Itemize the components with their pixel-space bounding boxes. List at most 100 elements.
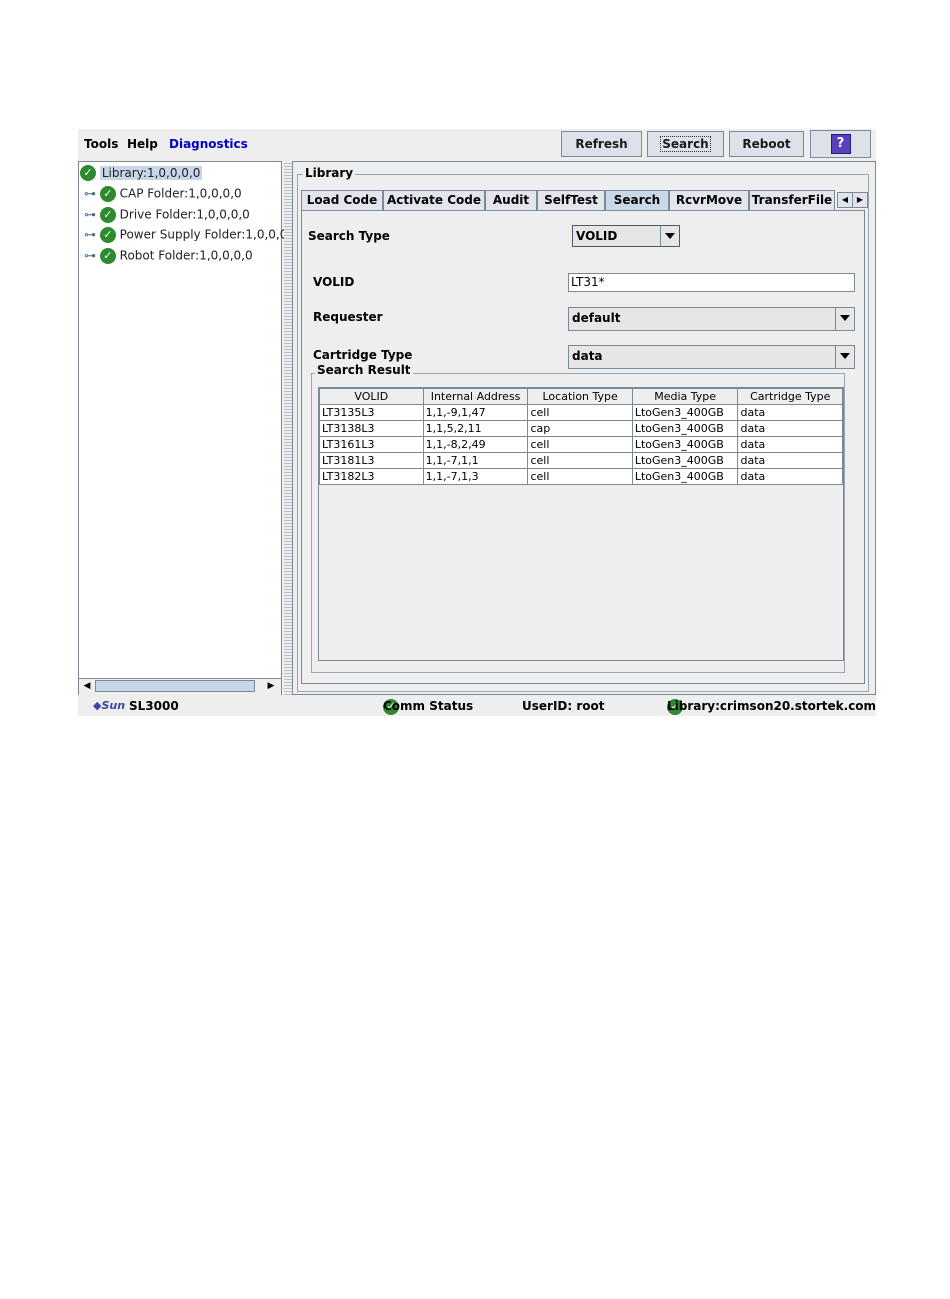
result-table: VOLID Internal Address Location Type Med… [319,388,843,485]
tree-connector-icon[interactable]: ⊶ [84,208,96,222]
tab-audit[interactable]: Audit [485,190,537,210]
search-type-select[interactable]: VOLID [572,225,680,247]
cell-location-type: cell [527,452,633,469]
tab-load-code[interactable]: Load Code [301,190,383,210]
comm-status-label: Comm Status [383,699,474,713]
cell-media-type: LtoGen3_400GB [631,420,739,437]
cell-media-type: LtoGen3_400GB [631,436,739,453]
volid-input[interactable]: LT31* [568,273,855,292]
cell-cartridge-type: data [737,436,843,453]
tab-search[interactable]: Search [605,190,669,210]
column-header-location-type[interactable]: Location Type [527,388,633,405]
panel-title: Library [303,166,356,180]
cell-cartridge-type: data [737,468,843,485]
tree-root-label: Library:1,0,0,0,0 [99,165,203,180]
table-row[interactable]: LT3161L3 1,1,-8,2,49 cell LtoGen3_400GB … [319,436,843,453]
check-circle-icon: ✓ [80,165,96,181]
help-icon: ? [830,134,851,154]
search-button-label: Search [660,136,711,152]
tree-connector-icon[interactable]: ⊶ [84,228,96,242]
cell-internal-address: 1,1,-9,1,47 [422,404,529,421]
cell-location-type: cell [527,468,633,485]
cell-internal-address: 1,1,-8,2,49 [422,436,529,453]
status-bar: ◆ Sun SL3000 ✓ Comm Status UserID: root ✓… [78,699,876,716]
cell-location-type: cell [527,436,633,453]
tree-item-label: CAP Folder:1,0,0,0,0 [119,186,242,201]
tree-connector-icon[interactable]: ⊶ [84,249,96,263]
cartridge-type-value: data [572,349,603,363]
library-status-label: Library:crimson20.stortek.com [667,699,877,713]
cell-cartridge-type: data [737,452,843,469]
cell-volid: LT3138L3 [319,420,424,437]
search-button[interactable]: Search [647,131,724,157]
scroll-left-icon[interactable]: ◀ [81,680,93,692]
cell-cartridge-type: data [737,404,843,421]
tree-item-label: Drive Folder:1,0,0,0,0 [119,207,250,222]
tab-transferfile[interactable]: TransferFile [749,190,835,210]
table-row[interactable]: LT3135L3 1,1,-9,1,47 cell LtoGen3_400GB … [319,404,843,421]
cell-volid: LT3182L3 [319,468,424,485]
tree-item-cap[interactable]: ⊶ ✓ CAP Folder:1,0,0,0,0 [84,186,242,202]
volid-label: VOLID [313,275,355,289]
sun-logo: ◆ Sun [93,699,126,712]
menu-bar: Tools Help Diagnostics [78,129,248,159]
check-circle-icon: ✓ [99,248,116,264]
tab-scroll-arrows: ◀ ▶ [837,192,868,208]
chevron-down-icon[interactable] [835,346,854,368]
reboot-button[interactable]: Reboot [729,131,804,157]
tab-rcvrmove[interactable]: RcvrMove [669,190,749,210]
search-tab-content: Search Type VOLID VOLID LT31* Requester … [301,210,865,684]
cell-media-type: LtoGen3_400GB [631,468,739,485]
tree-horizontal-scrollbar[interactable]: ◀ ▶ [79,678,281,695]
requester-label: Requester [313,310,383,324]
tree-item-power[interactable]: ⊶ ✓ Power Supply Folder:1,0,0,0, [84,227,291,243]
column-header-media-type[interactable]: Media Type [631,388,739,405]
check-circle-icon: ✓ [99,207,116,223]
cell-volid: LT3161L3 [319,436,424,453]
search-type-value: VOLID [576,229,618,243]
cartridge-type-label: Cartridge Type [313,348,413,362]
scroll-thumb[interactable] [95,680,255,692]
library-tree: ✓ Library:1,0,0,0,0 ⊶ ✓ CAP Folder:1,0,0… [78,161,291,695]
chevron-down-icon[interactable] [660,226,679,246]
search-result-title: Search Result [315,363,413,377]
menu-help[interactable]: Help [127,137,158,151]
scroll-right-icon[interactable]: ▶ [265,680,277,692]
refresh-button[interactable]: Refresh [561,131,642,157]
cell-volid: LT3135L3 [319,404,424,421]
product-name: SL3000 [129,699,179,713]
tree-item-robot[interactable]: ⊶ ✓ Robot Folder:1,0,0,0,0 [84,248,253,264]
requester-value: default [572,311,621,325]
table-row[interactable]: LT3182L3 1,1,-7,1,3 cell LtoGen3_400GB d… [319,468,843,485]
cell-cartridge-type: data [737,420,843,437]
search-type-label: Search Type [308,229,390,243]
menu-diagnostics[interactable]: Diagnostics [169,137,248,151]
tab-scroll-left-icon[interactable]: ◀ [837,192,853,208]
requester-select[interactable]: default [568,307,855,331]
table-header-row: VOLID Internal Address Location Type Med… [319,388,843,405]
column-header-cartridge-type[interactable]: Cartridge Type [737,388,843,405]
chevron-down-icon[interactable] [835,308,854,330]
tree-connector-icon[interactable]: ⊶ [84,187,96,201]
column-header-internal-address[interactable]: Internal Address [422,388,529,405]
table-row[interactable]: LT3138L3 1,1,5,2,11 cap LtoGen3_400GB da… [319,420,843,437]
cell-location-type: cap [527,420,633,437]
tree-root[interactable]: ✓ Library:1,0,0,0,0 [80,165,203,181]
cell-location-type: cell [527,404,633,421]
cell-media-type: LtoGen3_400GB [631,404,739,421]
help-button[interactable]: ? [810,130,871,158]
tab-bar: Load Code Activate Code Audit SelfTest S… [301,190,868,210]
cartridge-type-select[interactable]: data [568,345,855,369]
tree-item-drive[interactable]: ⊶ ✓ Drive Folder:1,0,0,0,0 [84,207,250,223]
search-result-table: VOLID Internal Address Location Type Med… [318,387,844,661]
app-window: Tools Help Diagnostics Refresh Search Re… [78,129,876,716]
tab-activate-code[interactable]: Activate Code [383,190,485,210]
tab-scroll-right-icon[interactable]: ▶ [852,192,868,208]
menu-tools[interactable]: Tools [84,137,118,151]
table-row[interactable]: LT3181L3 1,1,-7,1,1 cell LtoGen3_400GB d… [319,452,843,469]
tab-selftest[interactable]: SelfTest [537,190,605,210]
tree-item-label: Power Supply Folder:1,0,0,0, [119,227,292,242]
split-pane-divider[interactable] [284,161,292,695]
column-header-volid[interactable]: VOLID [319,388,424,405]
library-panel: Library Load Code Activate Code Audit Se… [292,161,876,695]
